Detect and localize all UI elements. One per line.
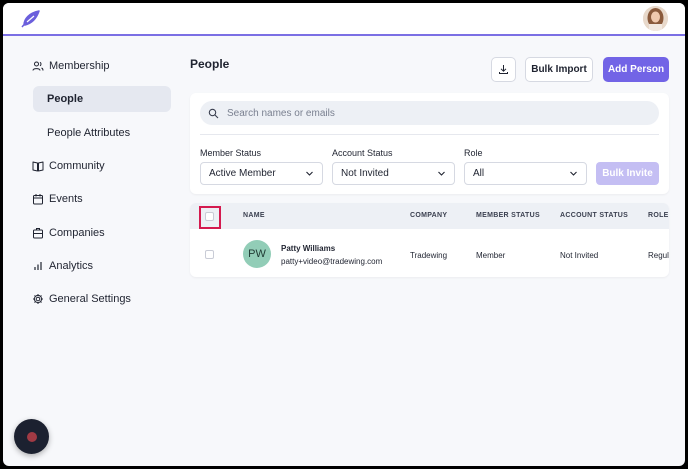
search-bar[interactable] (200, 101, 659, 125)
column-header-company[interactable]: COMPANY (410, 212, 447, 219)
chevron-down-icon (570, 171, 577, 176)
search-input[interactable] (227, 107, 627, 119)
cell-member-status: Member (476, 251, 506, 260)
calendar-icon (33, 194, 43, 205)
filter-panel: Member Status Active Member Account Stat… (190, 93, 669, 194)
add-person-button[interactable]: Add Person (603, 57, 669, 82)
book-icon (32, 161, 44, 172)
sidebar-item-people[interactable]: People (33, 86, 171, 112)
column-header-name[interactable]: NAME (243, 212, 265, 219)
users-icon (32, 61, 44, 71)
column-header-member-status[interactable]: MEMBER STATUS (476, 212, 540, 219)
role-label: Role (464, 148, 483, 158)
column-header-account-status[interactable]: ACCOUNT STATUS (560, 212, 628, 219)
sidebar-item-analytics[interactable]: Analytics (32, 253, 93, 279)
record-button[interactable] (14, 419, 49, 454)
sidebar-item-label: Membership (49, 60, 110, 72)
sidebar-item-label: Companies (49, 227, 105, 239)
sidebar-item-label: Events (49, 193, 83, 205)
download-button[interactable] (491, 57, 516, 82)
building-icon (33, 228, 43, 239)
sidebar-item-companies[interactable]: Companies (32, 220, 105, 246)
divider (200, 134, 659, 135)
account-status-value: Not Invited (341, 168, 389, 179)
sidebar-item-label: Community (49, 160, 105, 172)
sidebar-item-label: People Attributes (47, 127, 131, 139)
sidebar-item-membership[interactable]: Membership (32, 53, 110, 79)
cell-role: Regul (648, 251, 669, 260)
top-bar (3, 3, 685, 36)
sidebar-item-label: Analytics (49, 260, 94, 272)
record-dot-icon (26, 431, 37, 442)
page-title: People (190, 57, 230, 71)
member-status-select[interactable]: Active Member (200, 162, 323, 185)
column-header-role[interactable]: ROLE (648, 212, 669, 219)
member-status-label: Member Status (200, 148, 262, 158)
chevron-down-icon (438, 171, 445, 176)
download-icon (499, 65, 508, 74)
bulk-invite-button[interactable]: Bulk Invite (596, 162, 659, 185)
gear-icon (33, 294, 43, 304)
avatar: PW (243, 240, 271, 268)
account-status-label: Account Status (332, 148, 393, 158)
row-checkbox[interactable] (205, 250, 214, 259)
bulk-import-button[interactable]: Bulk Import (525, 57, 593, 82)
account-status-select[interactable]: Not Invited (332, 162, 455, 185)
highlight-annotation (199, 206, 221, 229)
person-email: patty+video@tradewing.com (281, 257, 383, 266)
role-select[interactable]: All (464, 162, 587, 185)
feather-logo-icon[interactable] (19, 9, 41, 29)
user-avatar[interactable] (643, 6, 668, 31)
sidebar-item-people-attributes[interactable]: People Attributes (33, 120, 171, 146)
table-header: NAME COMPANY MEMBER STATUS ACCOUNT STATU… (190, 203, 669, 229)
people-table: NAME COMPANY MEMBER STATUS ACCOUNT STATU… (190, 203, 669, 277)
sidebar-item-general-settings[interactable]: General Settings (32, 286, 131, 312)
sidebar-item-label: General Settings (49, 293, 131, 305)
search-icon (208, 108, 219, 118)
sidebar-item-community[interactable]: Community (32, 153, 105, 179)
cell-company: Tradewing (410, 251, 448, 260)
sidebar-item-label: People (47, 93, 84, 105)
role-value: All (473, 168, 485, 179)
cell-account-status: Not Invited (560, 251, 599, 260)
bar-chart-icon (34, 262, 42, 270)
person-name[interactable]: Patty Williams (281, 244, 335, 253)
app-window: Membership People People Attributes Comm… (3, 3, 685, 466)
member-status-value: Active Member (209, 168, 276, 179)
sidebar-item-events[interactable]: Events (32, 186, 83, 212)
chevron-down-icon (306, 171, 313, 176)
